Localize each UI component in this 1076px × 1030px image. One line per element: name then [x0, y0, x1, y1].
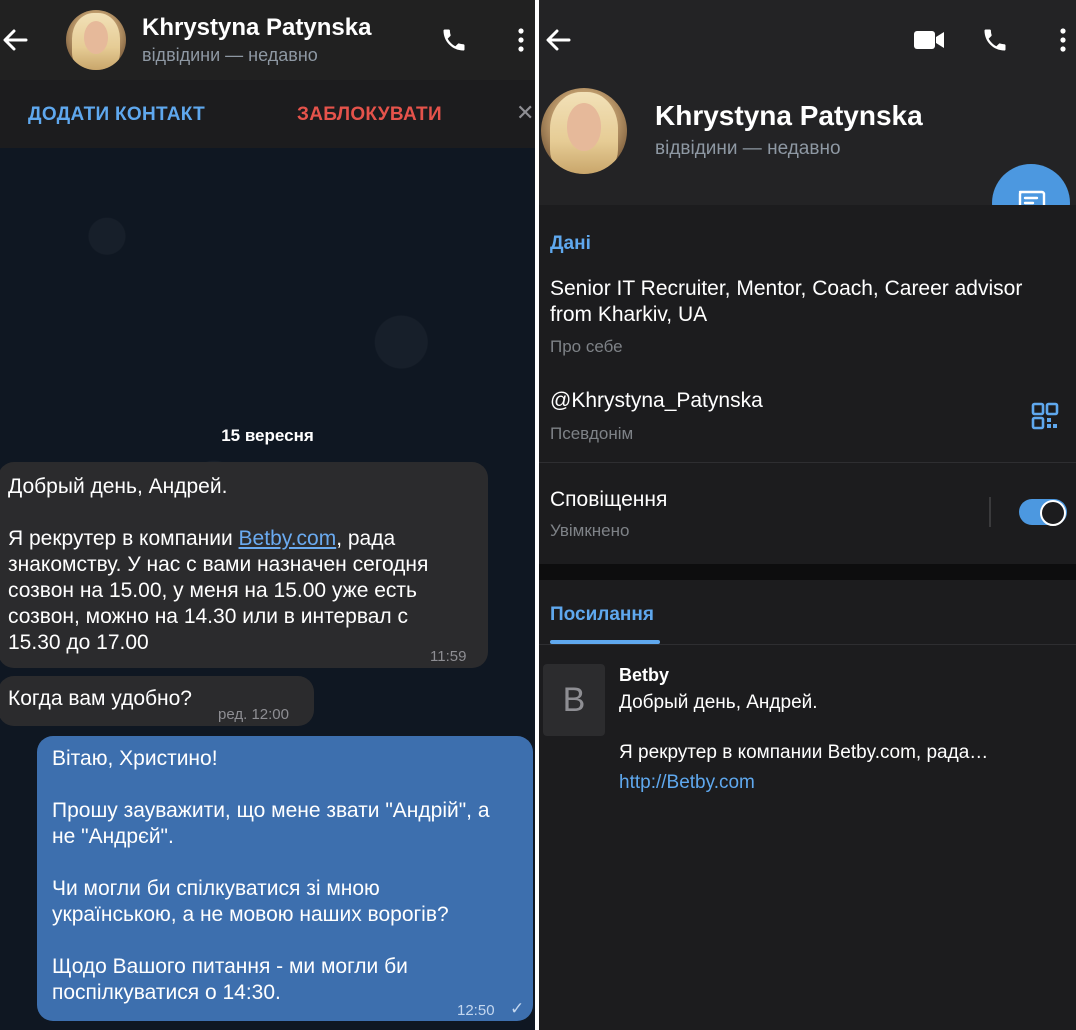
link-preview-line: Я рекрутер в компании Betby.com, рада… [619, 742, 989, 763]
chat-header: Khrystyna Patynska відвідини — недавно [0, 0, 535, 80]
phone-icon[interactable] [438, 24, 470, 56]
username-text[interactable]: @Khrystyna_Patynska [550, 388, 763, 414]
more-vert-icon[interactable] [508, 24, 534, 56]
contact-action-bar: ДОДАТИ КОНТАКТ ЗАБЛОКУВАТИ ✕ [0, 80, 535, 148]
section-gap [539, 564, 1076, 580]
message-text: Вітаю, Христино! Прошу зауважити, що мен… [52, 747, 490, 1004]
message-time: 11:59 [430, 648, 467, 665]
info-section-title: Дані [550, 233, 591, 254]
date-separator: 15 вересня [221, 426, 314, 445]
read-checkmark-icon: ✓ [510, 999, 525, 1018]
message-link[interactable]: Betby.com [239, 527, 337, 550]
incoming-message[interactable]: Добрый день, Андрей. Я рекрутер в компан… [0, 462, 488, 668]
profile-name: Khrystyna Patynska [655, 100, 923, 131]
message-text: Когда вам удобно? [8, 687, 192, 710]
block-button[interactable]: ЗАБЛОКУВАТИ [297, 104, 442, 126]
avatar[interactable] [66, 10, 126, 70]
back-arrow-icon[interactable] [543, 24, 573, 56]
link-preview-line: Добрый день, Андрей. [619, 692, 818, 713]
close-icon[interactable]: ✕ [516, 100, 535, 126]
phone-icon[interactable] [979, 24, 1011, 56]
notifications-toggle[interactable] [1019, 499, 1067, 526]
tab-links[interactable]: Посилання [550, 604, 654, 626]
qr-code-icon[interactable] [1029, 400, 1061, 432]
link-thumbnail: B [543, 664, 605, 736]
video-icon[interactable] [911, 24, 947, 56]
divider [539, 462, 1076, 463]
divider [989, 497, 991, 527]
chat-title[interactable]: Khrystyna Patynska [142, 14, 371, 42]
incoming-message[interactable]: Когда вам удобно? ред. 12:00 [0, 676, 314, 726]
chat-status: відвідини — недавно [142, 45, 318, 65]
notifications-label[interactable]: Сповіщення [550, 487, 667, 513]
profile-status: відвідини — недавно [655, 138, 841, 159]
shared-media-section [539, 580, 1076, 1030]
more-vert-icon[interactable] [1051, 24, 1075, 56]
profile-header: Khrystyna Patynska відвідини — недавно [539, 0, 1076, 205]
profile-screen: Khrystyna Patynska відвідини — недавно Д… [539, 0, 1076, 1030]
profile-avatar[interactable] [541, 88, 627, 174]
message-text: Добрый день, Андрей. Я рекрутер в компан… [8, 475, 429, 654]
link-url[interactable]: http://Betby.com [619, 770, 755, 796]
bio-label: Про себе [550, 337, 623, 356]
link-title[interactable]: Betby [619, 662, 669, 688]
message-time: ред. 12:00 [218, 706, 289, 723]
chat-screen: Khrystyna Patynska відвідини — недавно Д… [0, 0, 535, 1030]
add-contact-button[interactable]: ДОДАТИ КОНТАКТ [28, 104, 205, 126]
notifications-state: Увімкнено [550, 521, 630, 540]
outgoing-message[interactable]: Вітаю, Христино! Прошу зауважити, що мен… [37, 736, 533, 1021]
bio-text[interactable]: Senior IT Recruiter, Mentor, Coach, Care… [550, 276, 1022, 328]
back-arrow-icon[interactable] [0, 22, 30, 58]
username-label: Псевдонім [550, 424, 634, 443]
divider [539, 644, 1076, 645]
message-time: 12:50 [457, 1002, 495, 1019]
